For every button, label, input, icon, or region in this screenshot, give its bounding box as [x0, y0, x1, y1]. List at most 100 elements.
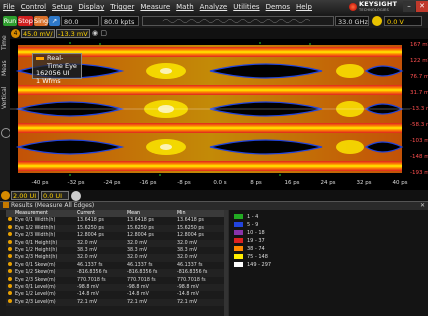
- channel-offset-field[interactable]: -13.3 mV: [56, 29, 90, 38]
- table-row[interactable]: Eye 2/3 Width(h) 12.8004 ps 12.8004 ps 12.8…: [6, 232, 224, 239]
- color-legend-label: 5 - 9: [247, 222, 259, 228]
- ui-position-field[interactable]: 2.00 UI: [11, 191, 39, 200]
- measurement-value: 38.3 mV: [127, 248, 148, 253]
- row-status-icon: [8, 217, 14, 224]
- channel-bar: 4 45.0 mV/ -13.3 mV ◉ ▢: [10, 28, 428, 39]
- eye-info-box: Real-Time Eye 162056 UI 1 Wfms: [32, 53, 82, 84]
- menu-analyze[interactable]: Analyze: [197, 3, 231, 11]
- results-table: Measurement Current Mean Min Eye 0/1 Width(h…: [6, 210, 224, 316]
- minimize-icon[interactable]: –: [403, 1, 415, 12]
- eye-diagram-plot[interactable]: Real-Time Eye 162056 UI 1 Wfms: [10, 39, 410, 179]
- results-close-icon[interactable]: ✕: [418, 202, 427, 210]
- measurement-value: 72.1 mV: [77, 299, 98, 305]
- measurement-value: 46.1337 fs: [127, 262, 153, 268]
- menu-trigger[interactable]: Trigger: [107, 3, 137, 11]
- measurement-name: Eye 2/3 Skew(m): [15, 277, 56, 283]
- menu-file[interactable]: File: [0, 3, 18, 11]
- table-row[interactable]: Eye 1/2 Level(m) -14.8 mV -14.8 mV -14.8 mV: [6, 291, 224, 298]
- table-row[interactable]: Eye 1/2 Height(h) 38.3 mV 38.3 mV 38.3 mV: [6, 247, 224, 254]
- menu-setup[interactable]: Setup: [49, 3, 75, 11]
- status-dot-icon: [8, 261, 12, 266]
- y-axis-labels: 167 mV 122 mV 76.7 mV 31.7 mV -13.3 mV -58.3 …: [410, 39, 428, 179]
- measurement-name: Eye 1/2 Height(h): [15, 248, 58, 253]
- eye-controls-row: 2.00 UI 0.0 UI: [0, 190, 428, 201]
- color-swatch: [234, 246, 243, 251]
- run-button[interactable]: Run: [3, 16, 17, 26]
- table-row[interactable]: Eye 1/2 Width(h) 15.6250 ps 15.6250 ps 15.6…: [6, 224, 224, 233]
- measurement-value: 770.7018 fs: [177, 277, 206, 283]
- table-row[interactable]: Eye 1/2 Skew(m) -816.8356 fs -816.8356 fs -…: [6, 269, 224, 277]
- table-row[interactable]: Eye 0/1 Width(h) 13.6418 ps 13.6418 ps 13.6…: [6, 217, 224, 224]
- knob-icon[interactable]: [71, 191, 81, 201]
- measurement-value: 12.8004 ps: [177, 233, 204, 239]
- y-tick-label: 122 mV: [410, 58, 428, 64]
- y-tick-label: -103 mV: [410, 138, 428, 144]
- table-row[interactable]: Eye 2/3 Level(m) 72.1 mV 72.1 mV 72.1 mV: [6, 298, 224, 307]
- measurement-value: 38.3 mV: [77, 248, 98, 253]
- trigger-level-field[interactable]: 0.0 V: [384, 16, 422, 26]
- table-row[interactable]: Eye 0/1 Height(h) 32.0 mV 32.0 mV 32.0 mV: [6, 239, 224, 247]
- stop-button[interactable]: Stop: [18, 16, 33, 26]
- menu-display[interactable]: Display: [75, 3, 107, 11]
- y-tick-label: 31.7 mV: [410, 90, 428, 96]
- menu-bar: File Control Setup Display Trigger Measu…: [0, 0, 428, 14]
- tab-vertical-meas[interactable]: Vertical Meas: [0, 82, 18, 114]
- x-tick-label: 0.0 s: [213, 180, 227, 186]
- menu-help[interactable]: Help: [293, 3, 315, 11]
- measurement-name: Eye 0/1 Skew(m): [15, 262, 56, 268]
- status-dot-icon: [8, 269, 12, 274]
- status-dot-icon: [8, 247, 12, 251]
- x-tick-label: 32 ps: [356, 180, 372, 186]
- color-legend-item: 5 - 9: [234, 222, 258, 228]
- waveform-overview[interactable]: [142, 16, 334, 26]
- status-dot-icon: [8, 239, 12, 244]
- memory-depth-field[interactable]: 80.0 kpts: [101, 16, 139, 26]
- menu-measure[interactable]: Measure: [137, 3, 173, 11]
- color-legend-label: 38 - 74: [247, 246, 265, 252]
- results-icon: [3, 202, 9, 208]
- channel-badge[interactable]: 4: [11, 29, 20, 38]
- measurement-value: -14.8 mV: [177, 292, 199, 298]
- trigger-icon[interactable]: [372, 16, 382, 26]
- y-tick-label: -193 mV: [410, 170, 428, 176]
- table-row[interactable]: Eye 0/1 Skew(m) 46.1337 fs 46.1337 fs 46.13…: [6, 261, 224, 269]
- status-dot-icon: [8, 276, 12, 281]
- x-tick-label: -24 ps: [103, 180, 121, 186]
- measurement-name: Eye 0/1 Level(m): [15, 285, 56, 290]
- eye-wfms: 1 Wfms: [36, 76, 61, 85]
- measurement-value: 13.6418 ps: [177, 218, 204, 224]
- table-row[interactable]: Eye 0/1 Level(m) -98.8 mV -98.8 mV -98.8 mV: [6, 284, 224, 292]
- autoscale-icon[interactable]: ↗: [49, 16, 60, 26]
- measurement-value: 32.0 mV: [177, 240, 198, 246]
- x-tick-label: -16 ps: [139, 180, 157, 186]
- color-grade-legend: 1 - 4 5 - 9 10 - 18 19 - 37 38 - 74 75 - 148 1…: [229, 210, 428, 316]
- x-tick-label: -40 ps: [31, 180, 49, 186]
- menu-utilities[interactable]: Utilities: [230, 3, 262, 11]
- results-scrollbar[interactable]: [224, 210, 228, 316]
- menu-demos[interactable]: Demos: [263, 3, 293, 11]
- channel-scale-field[interactable]: 45.0 mV/: [21, 29, 55, 38]
- close-icon[interactable]: ✕: [416, 1, 428, 12]
- measurement-value: 72.1 mV: [127, 299, 148, 305]
- channel-swatch: [36, 57, 44, 60]
- menu-math[interactable]: Math: [173, 3, 197, 11]
- table-row[interactable]: Eye 2/3 Height(h) 32.0 mV 32.0 mV 32.0 mV: [6, 254, 224, 262]
- row-status-icon: [8, 276, 14, 284]
- single-button[interactable]: Single: [34, 16, 54, 26]
- menu-control[interactable]: Control: [18, 3, 49, 11]
- tab-time[interactable]: Time: [0, 32, 10, 54]
- x-axis-labels: -40 ps -32 ps -24 ps -16 ps -8 ps 0.0 s 8 ps 16…: [10, 179, 428, 190]
- color-legend-item: 19 - 37: [234, 238, 265, 244]
- tab-meas[interactable]: Meas: [0, 56, 10, 80]
- measurement-value: 32.0 mV: [177, 255, 198, 261]
- eye-badge-icon[interactable]: [1, 191, 10, 200]
- status-dot-icon: [8, 232, 12, 237]
- channel-settings-icon[interactable]: ◉ ▢: [92, 29, 107, 37]
- table-row[interactable]: Eye 2/3 Skew(m) 770.7018 fs 770.7018 fs 770…: [6, 276, 224, 284]
- row-status-icon: [8, 254, 14, 261]
- ui-offset-field[interactable]: 0.0 UI: [41, 191, 69, 200]
- color-legend-label: 19 - 37: [247, 238, 265, 244]
- sample-rate-field[interactable]: 80.0 GSa/s: [61, 16, 99, 36]
- measurement-value: 13.6418 ps: [77, 218, 104, 224]
- bandwidth-field[interactable]: 33.0 GHz: [335, 16, 369, 26]
